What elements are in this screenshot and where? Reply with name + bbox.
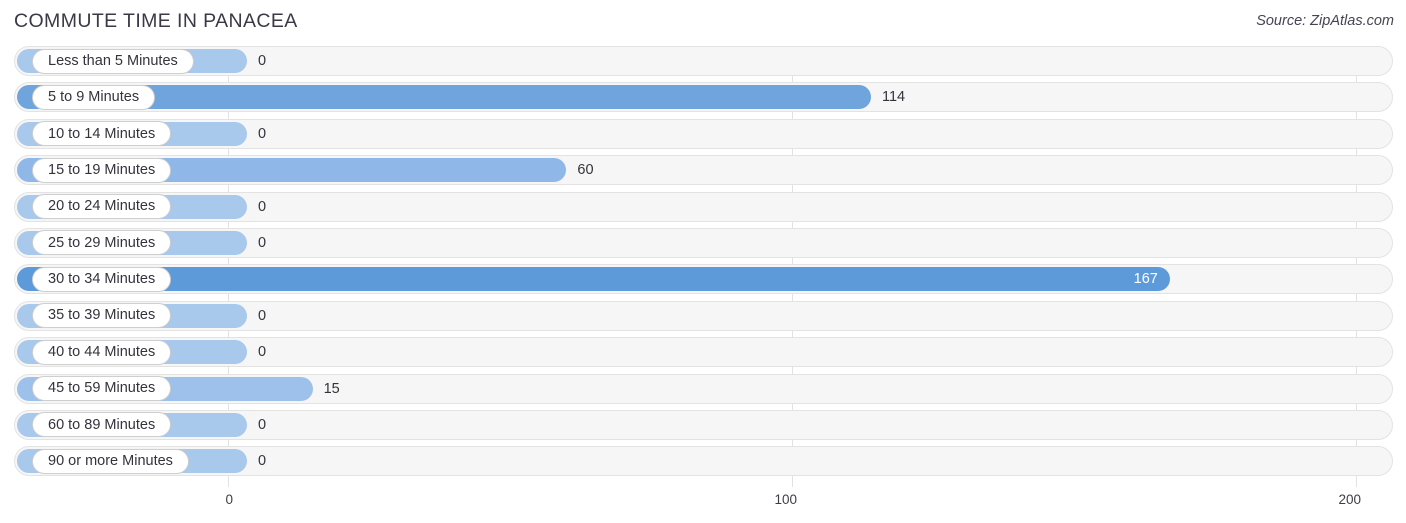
bar-value-label: 0 [258,53,267,69]
bar-row[interactable]: 30 to 34 Minutes 167 [0,264,1406,295]
bar-row[interactable]: 5 to 9 Minutes 114 [0,82,1406,113]
bar-row[interactable]: 25 to 29 Minutes 0 [0,227,1406,258]
bar-category-label-text: 5 to 9 Minutes [48,89,140,106]
bar-value-label: 0 [258,198,267,215]
bar-row[interactable]: 40 to 44 Minutes 0 [0,337,1406,368]
bar-row[interactable]: 20 to 24 Minutes 0 [0,191,1406,222]
bar-row[interactable]: 15 to 19 Minutes 60 [0,155,1406,186]
bar-category-label: 30 to 34 Minutes [32,266,172,292]
bar-category-label-text: 30 to 34 Minutes [48,271,156,288]
bar-row[interactable]: 45 to 59 Minutes 15 [0,373,1406,404]
bar-category-label: 45 to 59 Minutes [32,376,172,402]
bar-category-label-text: 25 to 29 Minutes [48,234,156,251]
bar-category-label-text: 45 to 59 Minutes [48,380,156,397]
bar-category-label: 35 to 39 Minutes [32,303,172,329]
bar-value-label: 0 [258,453,267,470]
bar-category-label: 40 to 44 Minutes [32,339,172,365]
x-axis-tick-label: 100 [774,492,797,507]
bar-value-label: 114 [881,89,906,106]
bar-value-label: 15 [323,380,340,397]
x-axis-tick-label: 200 [1338,492,1361,507]
bar-category-label: 60 to 89 Minutes [32,412,172,438]
bar-value-label: 167 [1133,271,1158,288]
bar-value-label: 0 [258,125,267,142]
page-title: COMMUTE TIME IN PANACEA [14,10,298,32]
bar-category-label-text: 60 to 89 Minutes [48,416,156,433]
bar-category-label-text: 35 to 39 Minutes [48,307,156,324]
bar-row[interactable]: Less than 5 Minutes 0 [0,46,1406,76]
bar-row[interactable]: 90 or more Minutes 0 [0,446,1406,477]
bar-fill [17,267,1170,292]
bar-category-label-text: 10 to 14 Minutes [48,125,156,142]
bar-category-label: 90 or more Minutes [32,448,189,474]
bar-category-label-text: 90 or more Minutes [48,453,173,470]
bar-category-label: Less than 5 Minutes [32,48,194,74]
bar-category-label: 15 to 19 Minutes [32,157,172,183]
bar-category-label: 10 to 14 Minutes [32,121,172,147]
x-axis-tick-label: 0 [225,492,233,507]
bar-row[interactable]: 60 to 89 Minutes 0 [0,409,1406,440]
bar-category-label: 20 to 24 Minutes [32,194,172,220]
bar-category-label-text: Less than 5 Minutes [48,52,178,69]
chart-plot-area: Less than 5 Minutes 0 5 to 9 Minutes 114 10 … [0,46,1406,487]
bar-value-label: 0 [258,307,267,324]
source-attribution: Source: ZipAtlas.com [1256,13,1394,29]
bar-row[interactable]: 10 to 14 Minutes 0 [0,118,1406,149]
bar-rows: Less than 5 Minutes 0 5 to 9 Minutes 114 10 … [0,46,1406,483]
bar-row[interactable]: 35 to 39 Minutes 0 [0,300,1406,331]
bar-value-label: 0 [258,344,267,361]
bar-category-label: 5 to 9 Minutes [32,84,156,110]
x-axis: 0 100 200 [0,486,1406,523]
bar-category-label-text: 20 to 24 Minutes [48,198,156,215]
bar-value-label: 0 [258,416,267,433]
bar-category-label-text: 15 to 19 Minutes [48,161,156,178]
bar-value-label: 60 [577,162,594,179]
bar-category-label: 25 to 29 Minutes [32,230,172,256]
bar-category-label-text: 40 to 44 Minutes [48,343,156,360]
bar-value-label: 0 [258,234,267,251]
chart-header: COMMUTE TIME IN PANACEA Source: ZipAtlas… [0,0,1406,46]
